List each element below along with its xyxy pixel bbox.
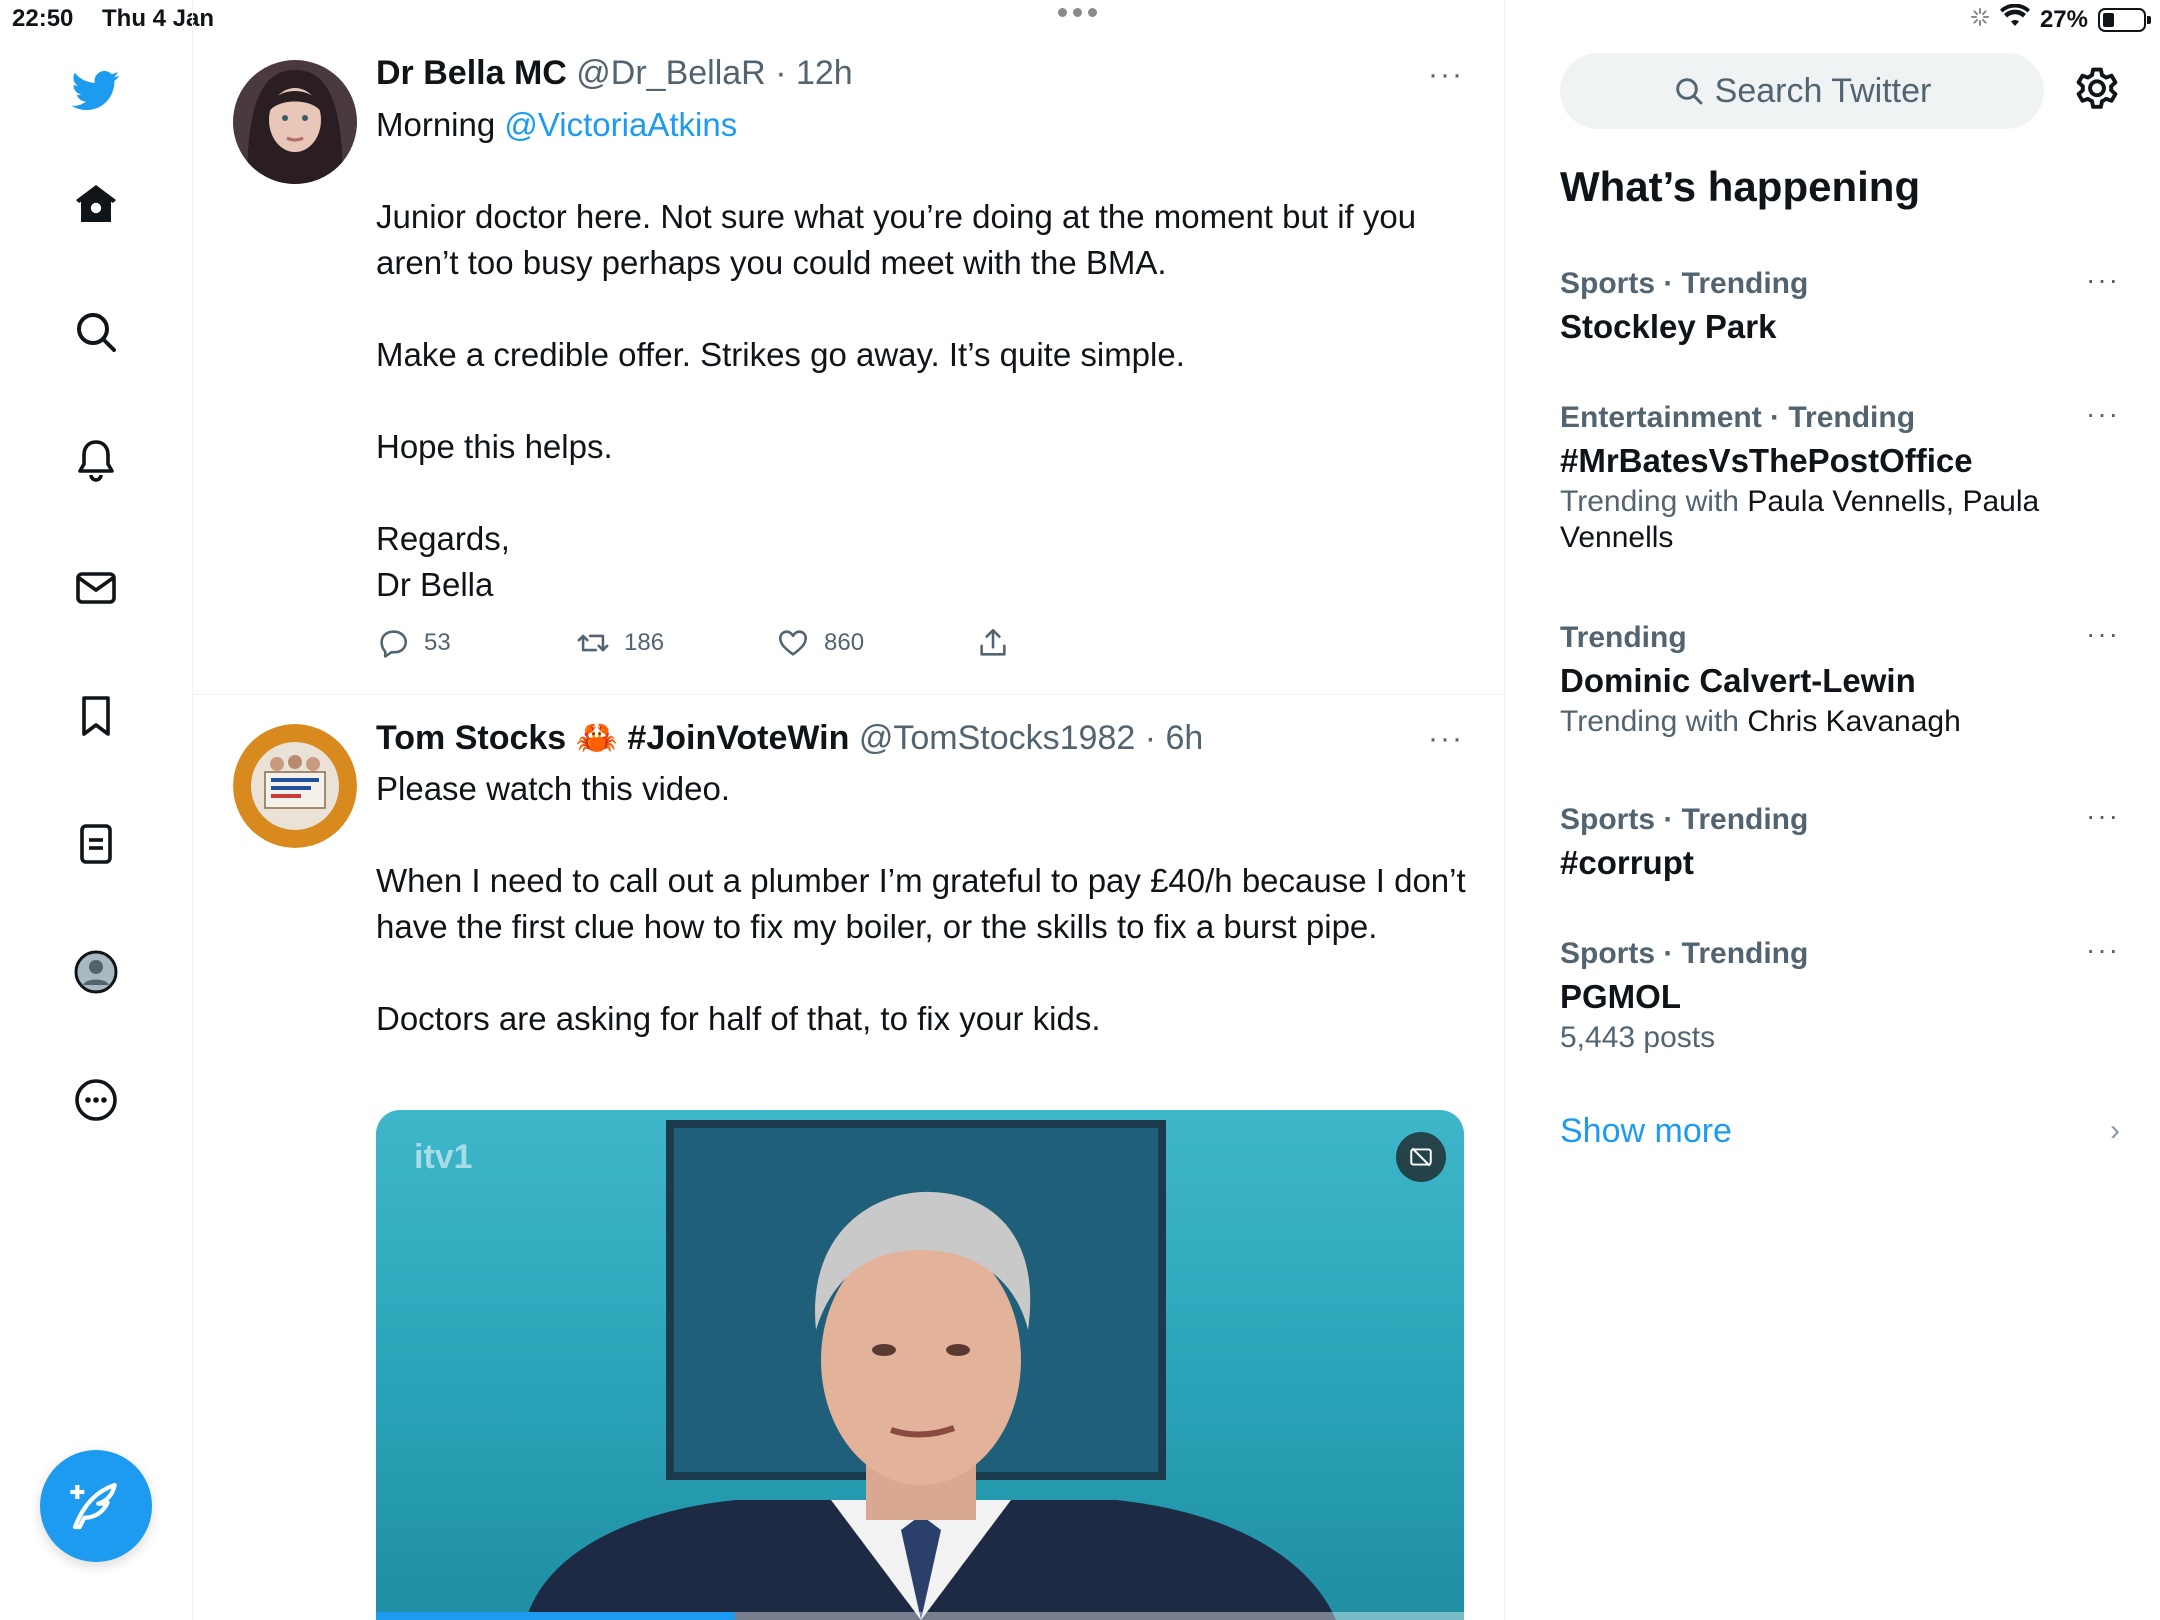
compose-tweet-button[interactable] <box>40 1450 152 1562</box>
tweet-text-greeting: Morning <box>376 106 505 143</box>
captions-icon <box>1410 1147 1432 1167</box>
trend-item[interactable]: Entertainment · Trending #MrBatesVsThePo… <box>1560 398 2120 556</box>
like-count: 860 <box>824 629 865 656</box>
trend-subtitle: Trending with Paula Vennells, Paula Venne… <box>1560 485 2040 554</box>
tweet-paragraph: When I need to call out a plumber I’m gr… <box>376 862 1466 945</box>
reply-count: 53 <box>424 629 451 656</box>
trend-title: Stockley Park <box>1560 308 1777 345</box>
heart-icon <box>778 630 808 656</box>
video-progress-bar[interactable] <box>376 1612 1464 1620</box>
tweet-timestamp[interactable]: 6h <box>1166 719 1204 757</box>
trend-more-button[interactable]: ··· <box>2086 398 2120 430</box>
trend-title: Dominic Calvert-Lewin <box>1560 662 1916 699</box>
trend-title: PGMOL <box>1560 978 1681 1015</box>
mention-link[interactable]: @VictoriaAtkins <box>504 106 737 143</box>
right-sidebar: Search Twitter What’s happening Sports ·… <box>1505 0 2160 1620</box>
search-placeholder: Search Twitter <box>1714 71 1932 110</box>
retweet-icon <box>577 634 609 652</box>
tweet-paragraph: Regards, <box>376 520 510 557</box>
settings-gear-icon[interactable] <box>2071 62 2127 118</box>
search-input[interactable]: Search Twitter <box>1560 53 2044 129</box>
tweet-paragraph: Doctors are asking for half of that, to … <box>376 1000 1101 1037</box>
tweet-paragraph: Make a credible offer. Strikes go away. … <box>376 336 1185 373</box>
reply-button[interactable]: 53 <box>376 626 576 660</box>
retweet-count: 186 <box>624 629 665 656</box>
trend-more-button[interactable]: ··· <box>2086 934 2120 966</box>
tweet-more-button[interactable]: ··· <box>1428 58 1464 92</box>
itv-channel-logo: itv1 <box>414 1138 473 1176</box>
chevron-right-icon: › <box>2110 1114 2120 1147</box>
tweet-video[interactable]: itv1 <box>376 1110 1464 1620</box>
captions-button[interactable] <box>1396 1132 1446 1182</box>
reply-icon <box>380 630 408 658</box>
tweet-text: Please watch this video. When I need to … <box>376 766 1466 1042</box>
tweet-paragraph: Hope this helps. <box>376 428 613 465</box>
lists-icon[interactable] <box>66 814 126 874</box>
tweet-timestamp[interactable]: 12h <box>796 54 853 92</box>
trend-meta: Sports · Trending <box>1560 803 1809 836</box>
tweet-more-button[interactable]: ··· <box>1428 722 1464 756</box>
share-button[interactable] <box>976 626 1176 660</box>
trend-title: #MrBatesVsThePostOffice <box>1560 442 1973 479</box>
trend-meta: Sports · Trending <box>1560 937 1809 970</box>
trend-item[interactable]: Trending Dominic Calvert-Lewin Trending … <box>1560 618 2120 740</box>
trend-more-button[interactable]: ··· <box>2086 800 2120 832</box>
tweet-author-handle[interactable]: @TomStocks1982 <box>859 719 1135 757</box>
messages-envelope-icon[interactable] <box>66 558 126 618</box>
left-nav <box>0 0 193 1620</box>
twitter-logo-icon[interactable] <box>66 60 126 120</box>
tweet-avatar[interactable] <box>233 60 357 184</box>
more-options-icon[interactable] <box>66 1070 126 1130</box>
tweet-divider <box>193 694 1504 695</box>
whats-happening-title: What’s happening <box>1560 163 1921 210</box>
tweet-actions: 53 186 860 <box>376 626 1176 660</box>
trend-item[interactable]: Sports · Trending PGMOL 5,443 posts ··· <box>1560 934 2120 1056</box>
trend-more-button[interactable]: ··· <box>2086 264 2120 296</box>
tweet-separator: · <box>775 54 787 92</box>
tweet-header: Tom Stocks 🦀 #JoinVoteWin @TomStocks1982… <box>376 718 1203 758</box>
share-icon <box>980 628 1006 656</box>
video-frame-illustration <box>526 1191 1336 1620</box>
tweet-header: Dr Bella MC @Dr_BellaR · 12h <box>376 54 853 93</box>
tweet-paragraph: Junior doctor here. Not sure what you’re… <box>376 198 1417 281</box>
trend-meta: Trending <box>1560 621 1687 654</box>
search-icon <box>1675 78 1703 105</box>
trend-meta: Entertainment · Trending <box>1560 401 1916 434</box>
notifications-bell-icon[interactable] <box>66 430 126 490</box>
video-progress-fill <box>376 1612 736 1620</box>
trend-title: #corrupt <box>1560 844 1694 881</box>
tweet-author-name[interactable]: Tom Stocks 🦀 #JoinVoteWin <box>376 719 849 757</box>
tweet-paragraph: Dr Bella <box>376 566 494 603</box>
retweet-button[interactable]: 186 <box>576 626 776 660</box>
search-icon[interactable] <box>66 302 126 362</box>
profile-avatar-icon[interactable] <box>66 942 126 1002</box>
like-button[interactable]: 860 <box>776 626 976 660</box>
trend-subtitle: Trending with Chris Kavanagh <box>1560 705 1961 738</box>
trend-post-count: 5,443 posts <box>1560 1021 1716 1054</box>
trend-meta: Sports · Trending <box>1560 267 1809 300</box>
tweet-author-handle[interactable]: @Dr_BellaR <box>576 54 765 92</box>
tweet-avatar[interactable] <box>233 724 357 848</box>
show-more-link[interactable]: Show more <box>1560 1112 1732 1151</box>
tweet-separator: · <box>1144 719 1157 757</box>
timeline: Dr Bella MC @Dr_BellaR · 12h ··· Morning… <box>193 0 1505 1620</box>
compose-feather-icon <box>70 1482 117 1530</box>
trend-item[interactable]: Sports · Trending #corrupt ··· <box>1560 800 2120 886</box>
tweet-author-name[interactable]: Dr Bella MC <box>376 54 567 92</box>
tweet-text: Morning @VictoriaAtkins Junior doctor he… <box>376 102 1466 608</box>
bookmark-icon[interactable] <box>66 686 126 746</box>
home-icon[interactable] <box>66 174 126 234</box>
tweet-paragraph: Please watch this video. <box>376 770 731 807</box>
trend-more-button[interactable]: ··· <box>2086 618 2120 650</box>
trend-item[interactable]: Sports · Trending Stockley Park ··· <box>1560 264 2120 350</box>
